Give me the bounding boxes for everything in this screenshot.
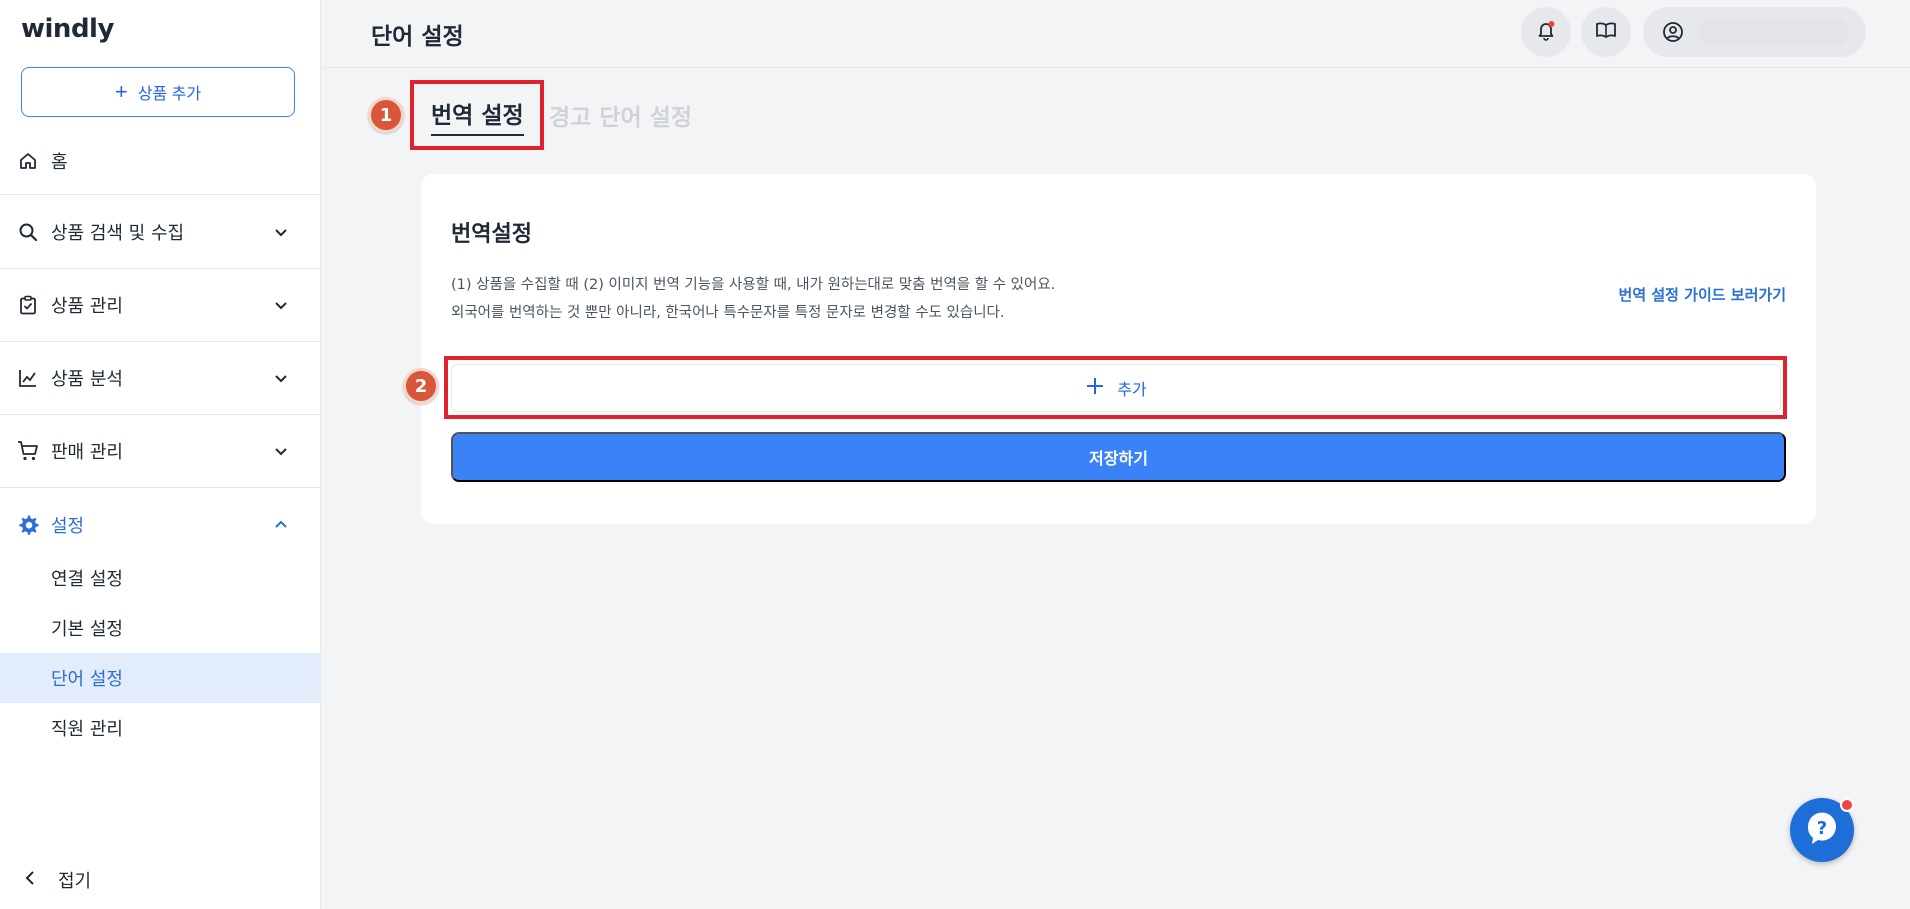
sidebar-item-label: 상품 검색 및 수집 [51, 223, 185, 244]
svg-text:?: ? [1817, 818, 1827, 839]
divider [0, 414, 321, 415]
profile-menu[interactable] [1643, 7, 1866, 57]
sidebar-item-product-analysis[interactable]: 상품 분석 [0, 365, 321, 391]
description-line: 외국어를 번역하는 것 뿐만 아니라, 한국어나 특수문자를 특정 문자로 변경… [451, 305, 1005, 321]
sidebar-item-settings[interactable]: 설정 [0, 512, 321, 538]
sidebar-item-label: 상품 관리 [51, 296, 123, 317]
plus-icon [1085, 376, 1105, 401]
notification-button[interactable] [1521, 7, 1571, 57]
guide-link[interactable]: 번역 설정 가이드 보러가기 [1619, 284, 1786, 305]
chevron-down-icon [271, 441, 291, 461]
card-title: 번역설정 [451, 222, 532, 247]
divider [0, 487, 321, 488]
sidebar-item-product-search[interactable]: 상품 검색 및 수집 [0, 219, 321, 245]
sidebar-subitem-staff[interactable]: 직원 관리 [0, 703, 321, 753]
chart-line-icon [17, 367, 39, 389]
sidebar-subitem-word-settings[interactable]: 단어 설정 [0, 653, 321, 703]
sidebar: windly + 상품 추가 홈 상품 검색 및 수집 상품 관리 상품 분석 … [0, 0, 321, 909]
sidebar-item-label: 판매 관리 [51, 442, 123, 463]
bell-icon [1535, 19, 1557, 45]
sidebar-item-label: 상품 분석 [51, 369, 123, 390]
chevron-down-icon [271, 295, 291, 315]
card-description: (1) 상품을 수집할 때 (2) 이미지 번역 기능을 사용할 때, 내가 원… [451, 271, 1055, 327]
annotation-badge-1: 1 [368, 97, 404, 133]
clipboard-check-icon [17, 294, 39, 316]
sidebar-item-label: 홈 [51, 152, 68, 173]
home-icon [17, 150, 39, 172]
tab-warning-word-settings[interactable]: 경고 단어 설정 [549, 98, 692, 132]
page-title: 단어 설정 [371, 24, 464, 50]
sidebar-item-sales-manage[interactable]: 판매 관리 [0, 438, 321, 464]
divider [0, 268, 321, 269]
profile-name-redacted [1698, 18, 1848, 46]
book-icon [1595, 19, 1617, 45]
add-product-button[interactable]: + 상품 추가 [21, 67, 295, 117]
description-line: (1) 상품을 수집할 때 (2) 이미지 번역 기능을 사용할 때, 내가 원… [451, 277, 1056, 293]
search-icon [17, 221, 39, 243]
add-product-label: 상품 추가 [137, 86, 202, 103]
sidebar-item-label: 설정 [51, 516, 85, 537]
sidebar-item-product-manage[interactable]: 상품 관리 [0, 292, 321, 318]
add-rule-button[interactable]: 추가 [451, 364, 1781, 412]
annotation-badge-2: 2 [403, 368, 439, 404]
help-icon: ? [1802, 808, 1842, 852]
chevron-up-icon [271, 515, 291, 535]
sidebar-item-home[interactable]: 홈 [0, 148, 321, 174]
tab-translation-settings[interactable]: 번역 설정 [431, 96, 524, 136]
save-button[interactable]: 저장하기 [451, 432, 1786, 482]
help-notification-dot [1840, 798, 1854, 812]
guide-book-button[interactable] [1581, 7, 1631, 57]
chevron-down-icon [271, 222, 291, 242]
help-button[interactable]: ? [1790, 798, 1854, 862]
top-bar: 단어 설정 [322, 0, 1910, 68]
collapse-sidebar-button[interactable]: 접기 [24, 867, 91, 893]
gear-icon [17, 514, 39, 536]
divider [0, 194, 321, 195]
collapse-label: 접기 [58, 871, 92, 892]
sidebar-subitem-connection[interactable]: 연결 설정 [0, 553, 321, 603]
sidebar-subitem-basic[interactable]: 기본 설정 [0, 603, 321, 653]
divider [0, 341, 321, 342]
plus-icon: + [114, 79, 128, 104]
chevron-left-icon [24, 870, 36, 891]
user-circle-icon [1662, 21, 1684, 47]
chevron-down-icon [271, 368, 291, 388]
add-label: 추가 [1117, 382, 1147, 399]
cart-icon [17, 440, 39, 462]
app-logo[interactable]: windly [21, 14, 114, 44]
